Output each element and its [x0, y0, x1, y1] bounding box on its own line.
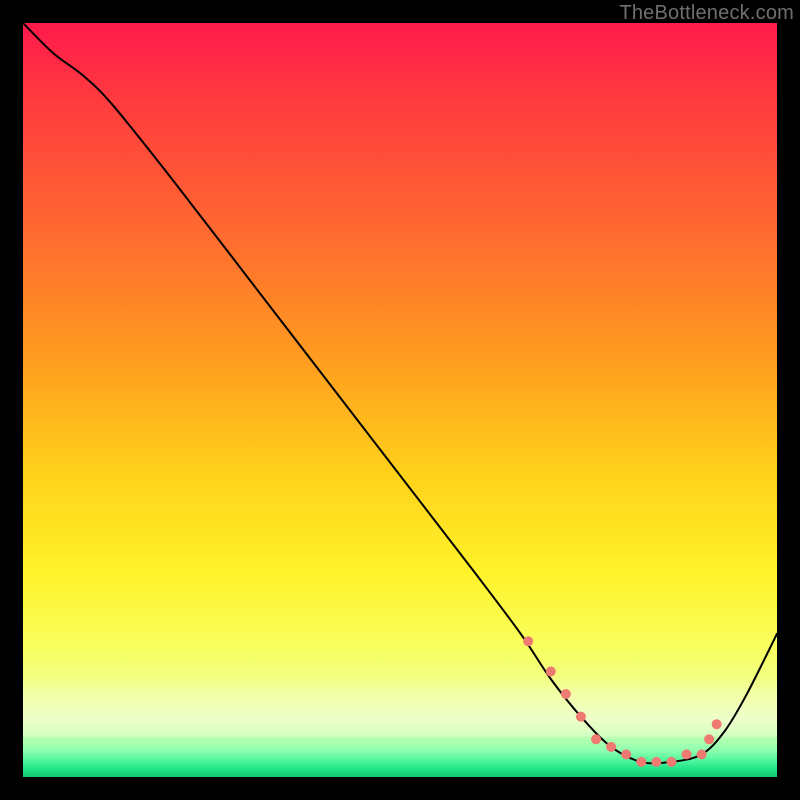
- highlight-dot: [561, 689, 571, 699]
- highlight-dot: [704, 734, 714, 744]
- highlight-dot: [546, 666, 556, 676]
- highlight-dot: [651, 757, 661, 767]
- bottleneck-curve: [23, 23, 777, 763]
- highlight-dot: [576, 712, 586, 722]
- highlight-dot: [712, 719, 722, 729]
- plot-area: [23, 23, 777, 777]
- watermark-text: TheBottleneck.com: [619, 2, 794, 25]
- highlight-dot: [682, 749, 692, 759]
- highlight-dot: [606, 742, 616, 752]
- highlight-dots: [523, 636, 722, 767]
- highlight-dot: [591, 734, 601, 744]
- highlight-dot: [523, 636, 533, 646]
- chart-stage: TheBottleneck.com: [0, 0, 800, 800]
- highlight-dot: [636, 757, 646, 767]
- highlight-dot: [666, 757, 676, 767]
- highlight-dot: [621, 749, 631, 759]
- curve-layer: [23, 23, 777, 777]
- highlight-dot: [697, 749, 707, 759]
